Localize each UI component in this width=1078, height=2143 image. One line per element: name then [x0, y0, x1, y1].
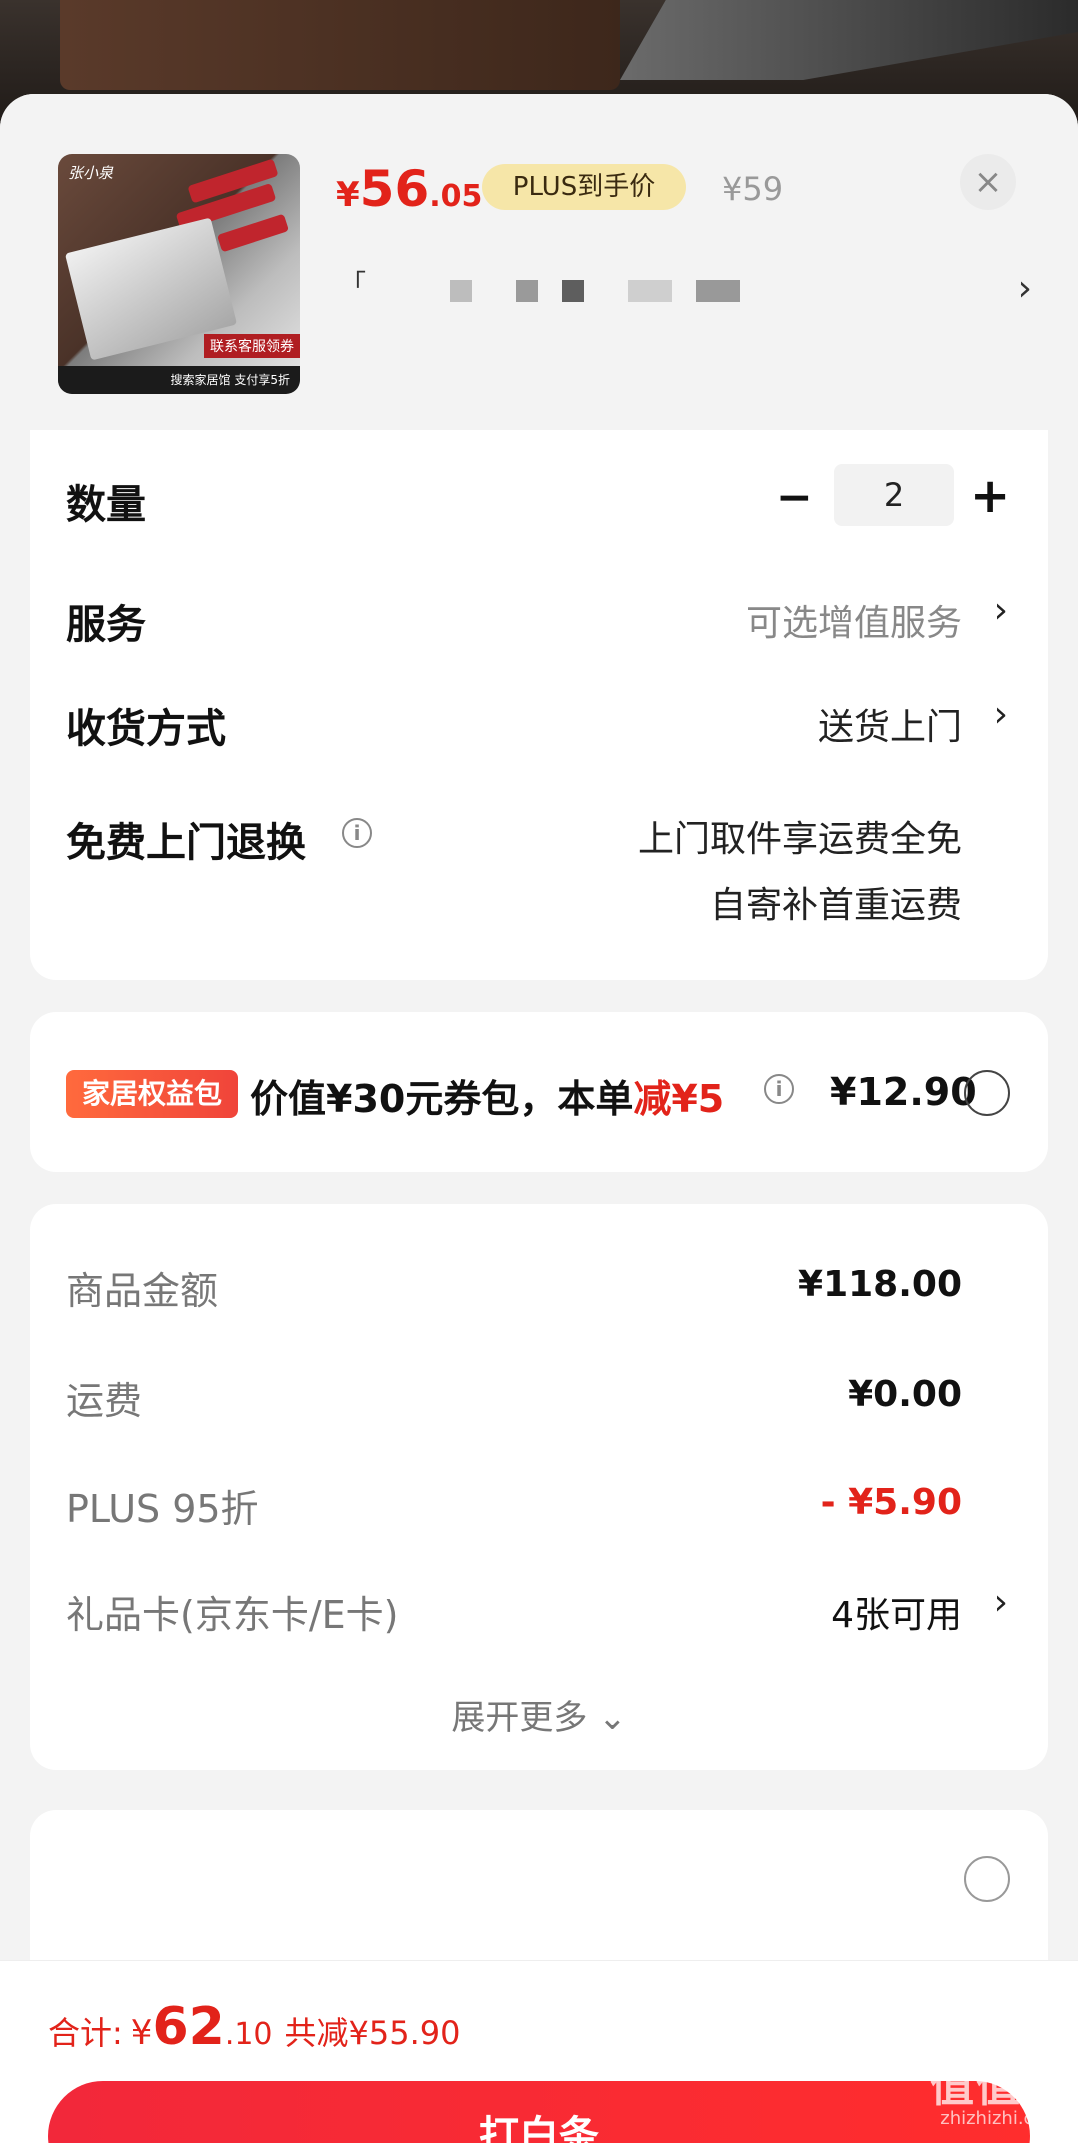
thumb-footer: 搜索家居馆 支付享5折: [58, 366, 300, 394]
total-label: 合计:: [48, 2014, 123, 2052]
chevron-right-icon[interactable]: ›: [994, 590, 1008, 631]
blurred-spec-text: [628, 280, 672, 302]
quantity-minus-button[interactable]: −: [776, 472, 813, 523]
pay-with-baitiao-button[interactable]: 打白条: [48, 2081, 1030, 2143]
gift-card-label: 礼品卡(京东卡/E卡): [66, 1593, 399, 1637]
benefit-discount: 减¥5: [633, 1077, 725, 1121]
price-summary-card: 商品金额 ¥118.00 运费 ¥0.00 PLUS 95折 - ¥5.90 礼…: [30, 1204, 1048, 1770]
meat-strip: [216, 213, 290, 253]
benefit-text-prefix: 价值¥30元券包，本单: [250, 1077, 634, 1121]
original-price: ¥59: [722, 170, 784, 208]
knife-image: [620, 0, 1078, 80]
shipping-label: 运费: [66, 1379, 143, 1423]
price-currency: ¥: [336, 175, 360, 215]
watermark-url: zhizhizhi.com: [940, 2108, 1062, 2129]
quantity-plus-button[interactable]: +: [970, 468, 1010, 524]
thumb-brand: 张小泉: [68, 164, 114, 182]
close-button[interactable]: ×: [960, 154, 1016, 210]
free-return-value-1: 上门取件享运费全免: [637, 819, 962, 860]
shipping-value: ¥0.00: [848, 1374, 962, 1415]
info-icon[interactable]: i: [342, 818, 372, 848]
blurred-spec-text: [696, 280, 740, 302]
total-currency: ¥: [130, 2013, 153, 2053]
checkout-bar: 合计: ¥ 62 .10 共减¥55.90 打白条: [0, 1960, 1078, 2143]
watermark-logo: 值值值: [930, 2061, 1068, 2112]
goods-amount-label: 商品金额: [66, 1269, 219, 1313]
thumb-promo: 联系客服领券: [204, 334, 300, 358]
benefit-pack-card[interactable]: 家居权益包 价值¥30元券包，本单减¥5 i ¥12.90: [30, 1012, 1048, 1172]
blurred-spec-text: [450, 280, 472, 302]
total-integer: 62: [152, 1997, 225, 2057]
free-return-value-2: 自寄补首重运费: [709, 885, 962, 926]
service-label: 服务: [66, 602, 146, 648]
order-options-card: 数量 − 2 + 服务 可选增值服务 › 收货方式 送货上门 › 免费上门退换 …: [30, 430, 1048, 980]
total-decimal: .10: [224, 2017, 273, 2052]
chevron-right-icon[interactable]: ›: [994, 1582, 1008, 1623]
service-value[interactable]: 可选增值服务: [746, 594, 962, 646]
spec-mark: 「: [340, 270, 367, 300]
plus-price: ¥ 56 .05: [336, 160, 483, 218]
blurred-spec-text: [562, 280, 584, 302]
plus-price-tag: PLUS到手价: [482, 164, 686, 210]
info-icon[interactable]: i: [764, 1074, 794, 1104]
product-header: 张小泉 联系客服领券 搜索家居馆 支付享5折 ¥ 56 .05 PLUS到手价 …: [0, 94, 1078, 430]
price-decimal: .05: [429, 179, 483, 214]
goods-amount-value: ¥118.00: [798, 1264, 962, 1305]
total-amount: 合计: ¥ 62 .10 共减¥55.90: [48, 1997, 461, 2057]
plus-discount-value: - ¥5.90: [820, 1482, 962, 1523]
cutting-board-image: [60, 0, 620, 90]
benefit-pack-tag: 家居权益包: [66, 1070, 238, 1118]
quantity-input[interactable]: 2: [834, 464, 954, 526]
delivery-value[interactable]: 送货上门: [818, 698, 962, 750]
chevron-right-icon[interactable]: ›: [994, 694, 1008, 735]
chevron-right-icon: ›: [1017, 268, 1032, 309]
benefit-select-radio[interactable]: [964, 1070, 1010, 1116]
plus-discount-label: PLUS 95折: [66, 1487, 259, 1531]
product-thumbnail[interactable]: 张小泉 联系客服领券 搜索家居馆 支付享5折: [58, 154, 300, 394]
benefit-description: 价值¥30元券包，本单减¥5: [250, 1068, 724, 1123]
quantity-label: 数量: [66, 482, 146, 528]
expand-more-button[interactable]: 展开更多 ⌄: [30, 1690, 1048, 1739]
spec-selector[interactable]: 「 ›: [336, 264, 1036, 314]
close-icon: ×: [973, 162, 1003, 202]
purchase-sheet: 张小泉 联系客服领券 搜索家居馆 支付享5折 ¥ 56 .05 PLUS到手价 …: [0, 94, 1078, 2143]
benefit-price: ¥12.90: [830, 1070, 977, 1114]
total-savings: 共减¥55.90: [284, 2014, 461, 2052]
price-integer: 56: [359, 160, 430, 218]
blurred-spec-text: [516, 280, 538, 302]
gift-card-value[interactable]: 4张可用: [831, 1586, 962, 1638]
free-return-label: 免费上门退换: [66, 820, 306, 866]
select-radio[interactable]: [964, 1856, 1010, 1902]
delivery-label: 收货方式: [66, 706, 226, 752]
